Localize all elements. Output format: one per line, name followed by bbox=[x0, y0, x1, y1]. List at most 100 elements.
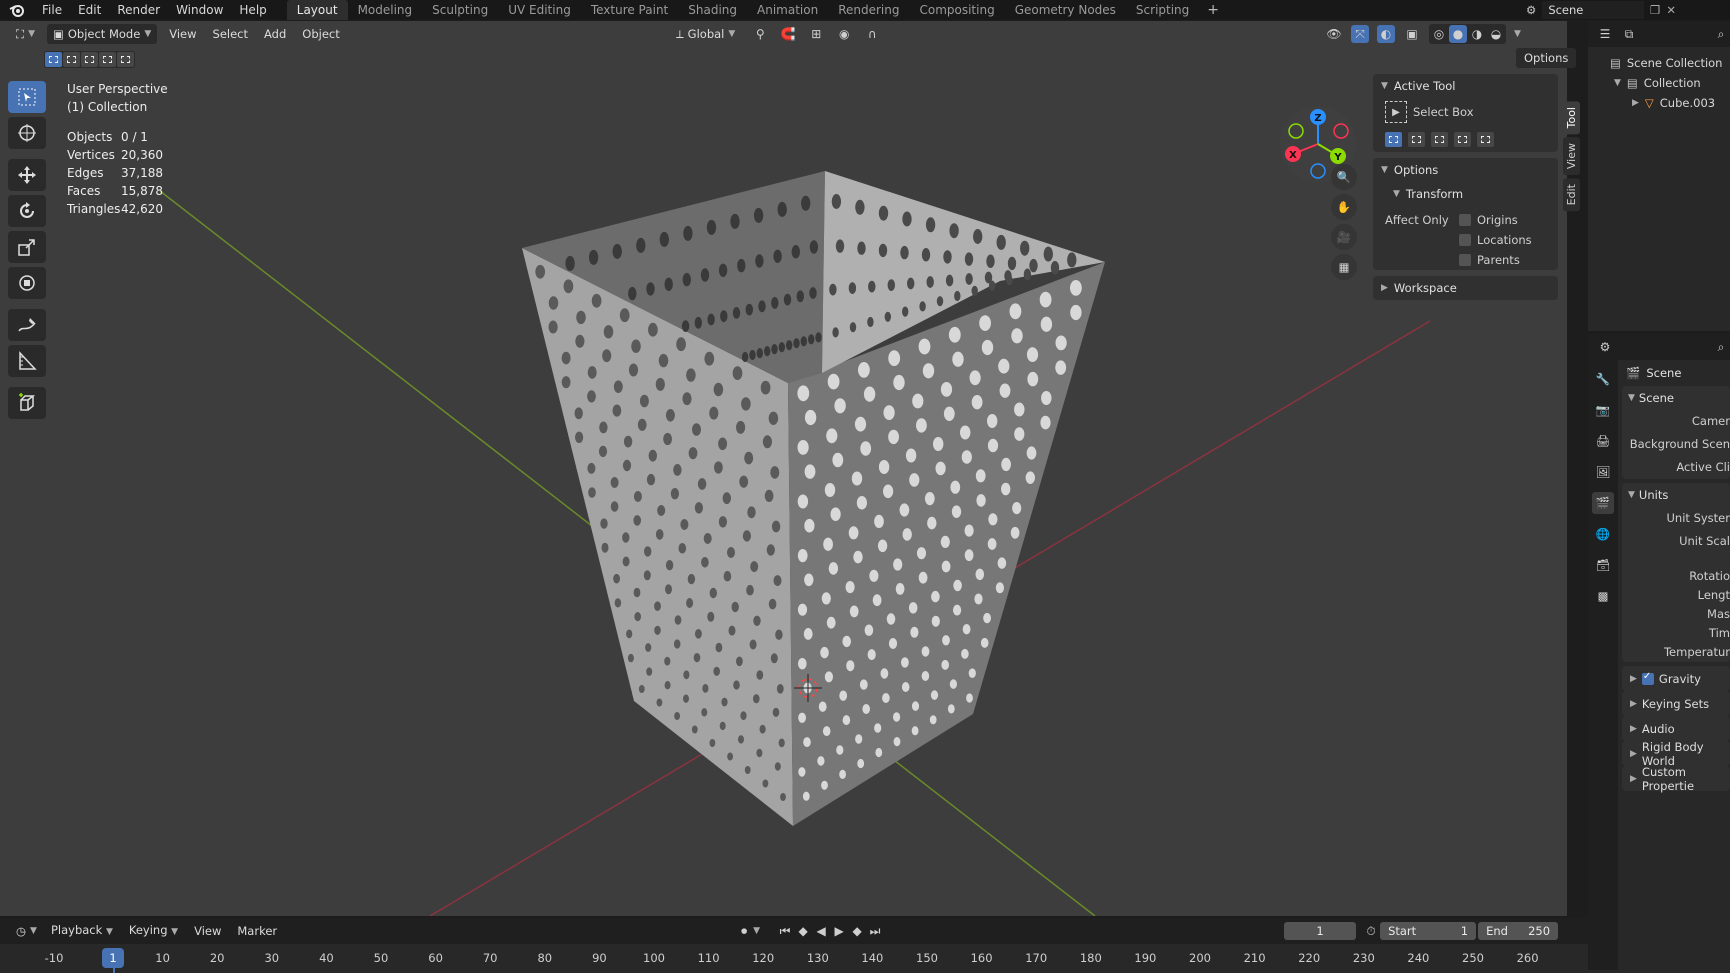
menu-object[interactable]: Object bbox=[294, 24, 347, 44]
transform-orientation-dropdown[interactable]: ⟂ Global ▼ bbox=[670, 24, 741, 44]
texture-properties-icon[interactable]: ▩ bbox=[1592, 585, 1614, 607]
start-frame-field[interactable]: Start 1 bbox=[1380, 922, 1477, 940]
collection-properties-icon[interactable]: 🗃 bbox=[1592, 554, 1614, 576]
move-tool[interactable] bbox=[8, 159, 46, 191]
snap-icon[interactable]: 🧲 bbox=[779, 25, 797, 43]
options-header[interactable]: ▼ Options bbox=[1373, 158, 1558, 182]
tab-modeling[interactable]: Modeling bbox=[348, 0, 423, 20]
scale-tool[interactable] bbox=[8, 231, 46, 263]
parents-checkbox[interactable] bbox=[1459, 254, 1471, 266]
sidebar-tab-view[interactable]: View bbox=[1563, 137, 1580, 176]
active-clip-field[interactable]: Active Cli bbox=[1622, 456, 1730, 479]
editor-type-button[interactable]: ⛶ ▼ bbox=[10, 24, 41, 44]
gizmo-toggle-icon[interactable]: ⤧ bbox=[1351, 25, 1369, 43]
play-icon[interactable]: ▶ bbox=[830, 922, 848, 940]
search-icon[interactable]: ⌕ bbox=[1712, 25, 1730, 43]
menu-help[interactable]: Help bbox=[231, 0, 274, 20]
length-field[interactable]: Lengt bbox=[1622, 586, 1730, 605]
keying-sets-panel[interactable]: ▶ Keying Sets bbox=[1622, 691, 1730, 716]
snap-target-icon[interactable]: ⊞ bbox=[807, 25, 825, 43]
tab-animation[interactable]: Animation bbox=[747, 0, 828, 20]
properties-editor-icon[interactable]: ⚙ bbox=[1596, 338, 1614, 356]
visibility-icon[interactable]: 👁 bbox=[1325, 25, 1343, 43]
mode-dropdown[interactable]: ▣ Object Mode ▼ bbox=[46, 24, 158, 44]
annotate-tool[interactable] bbox=[8, 309, 46, 341]
unit-scale-field[interactable]: Unit Scal bbox=[1622, 530, 1730, 553]
ortho-grid-icon[interactable]: ▦ bbox=[1331, 254, 1357, 280]
record-options-chevron-icon[interactable]: ▼ bbox=[753, 926, 760, 936]
wireframe-shading-icon[interactable]: ◎ bbox=[1430, 25, 1448, 43]
gravity-checkbox[interactable] bbox=[1641, 671, 1654, 685]
material-shading-icon[interactable]: ◑ bbox=[1468, 25, 1486, 43]
outliner-editor-icon[interactable]: ☰ bbox=[1596, 25, 1614, 43]
temperature-field[interactable]: Temperatur bbox=[1622, 643, 1730, 662]
select-intersect-icon[interactable] bbox=[1477, 131, 1494, 147]
outliner-row-collection[interactable]: ▼ ▤ Collection bbox=[1588, 73, 1730, 93]
measure-tool[interactable] bbox=[8, 345, 46, 377]
menu-view[interactable]: View bbox=[161, 24, 204, 44]
frame-ruler[interactable]: -10 1 10 20 30 40 50 60 70 80 90 100 110 120 130 140 150… bbox=[0, 944, 1588, 973]
select-difference-icon[interactable] bbox=[99, 52, 116, 67]
tab-compositing[interactable]: Compositing bbox=[909, 0, 1004, 20]
transform-tool[interactable] bbox=[8, 267, 46, 299]
tab-layout[interactable]: Layout bbox=[286, 0, 348, 20]
select-extend-icon[interactable] bbox=[1408, 131, 1425, 147]
select-intersect-icon[interactable] bbox=[117, 52, 134, 67]
audio-panel[interactable]: ▶ Audio bbox=[1622, 716, 1730, 741]
origins-checkbox[interactable] bbox=[1459, 214, 1471, 226]
scene-panel-header[interactable]: ▼ Scene bbox=[1622, 386, 1730, 410]
record-icon[interactable]: ⏺ bbox=[735, 922, 753, 940]
scene-selector[interactable]: ⚙ Scene ❐ ✕ bbox=[1526, 0, 1676, 20]
display-mode-icon[interactable]: ⧉ bbox=[1620, 25, 1638, 43]
zoom-icon[interactable]: 🔍 bbox=[1331, 164, 1357, 190]
menu-playback[interactable]: Playback ▼ bbox=[43, 920, 121, 942]
sidebar-tab-edit[interactable]: Edit bbox=[1563, 178, 1580, 212]
add-cube-tool[interactable] bbox=[8, 387, 46, 419]
tab-texture-paint[interactable]: Texture Paint bbox=[581, 0, 678, 20]
rotate-tool[interactable] bbox=[8, 195, 46, 227]
3d-viewport[interactable]: Z X Y ⛶ ▼ ▣ Object Mode ▼ View Select Add… bbox=[0, 21, 1580, 916]
outliner-row-cube[interactable]: ▶ ▽ Cube.003 bbox=[1588, 93, 1730, 113]
tab-shading[interactable]: Shading bbox=[678, 0, 747, 20]
camera-field[interactable]: Camer bbox=[1622, 410, 1730, 433]
menu-file[interactable]: File bbox=[34, 0, 70, 20]
scene-properties-icon[interactable]: 🎬 bbox=[1592, 492, 1614, 514]
workspace-header[interactable]: ▶ Workspace bbox=[1373, 276, 1558, 300]
world-properties-icon[interactable]: 🌐 bbox=[1592, 523, 1614, 545]
tab-rendering[interactable]: Rendering bbox=[828, 0, 909, 20]
sidebar-tab-tool[interactable]: Tool bbox=[1563, 101, 1580, 135]
preview-range-icon[interactable]: ⏱ bbox=[1362, 922, 1380, 940]
cursor-tool[interactable] bbox=[8, 117, 46, 149]
pivot-point-icon[interactable]: ⚲ bbox=[751, 25, 769, 43]
jump-end-icon[interactable]: ⏭ bbox=[866, 922, 884, 940]
add-workspace-button[interactable]: + bbox=[1199, 0, 1227, 20]
menu-marker[interactable]: Marker bbox=[229, 921, 285, 941]
scene-name-field[interactable]: Scene bbox=[1542, 1, 1645, 19]
render-properties-icon[interactable]: 📷 bbox=[1592, 399, 1614, 421]
menu-view[interactable]: View bbox=[186, 921, 229, 941]
menu-select[interactable]: Select bbox=[205, 24, 256, 44]
current-frame-field[interactable]: 1 bbox=[1284, 922, 1357, 940]
active-tool-row[interactable]: ▶ Select Box bbox=[1373, 98, 1558, 126]
chevron-down-icon[interactable]: ▼ bbox=[1614, 78, 1621, 88]
search-icon[interactable]: ⌕ bbox=[1712, 338, 1730, 356]
menu-keying[interactable]: Keying ▼ bbox=[121, 920, 186, 942]
blender-logo-icon[interactable] bbox=[0, 0, 34, 20]
camera-view-icon[interactable]: 🎥 bbox=[1331, 224, 1357, 250]
rotation-field[interactable]: Rotatio bbox=[1622, 567, 1730, 586]
jump-start-icon[interactable]: ⏮ bbox=[776, 922, 794, 940]
options-dropdown[interactable]: Options ▼ bbox=[1516, 48, 1577, 85]
solid-shading-icon[interactable]: ● bbox=[1449, 25, 1467, 43]
timeline-editor-icon[interactable]: ◷ ▼ bbox=[10, 921, 43, 941]
select-new-icon[interactable] bbox=[1385, 131, 1402, 147]
units-panel-header[interactable]: ▼ Units bbox=[1622, 483, 1730, 507]
close-scene-icon[interactable]: ✕ bbox=[1666, 3, 1676, 17]
select-subtract-icon[interactable] bbox=[1431, 131, 1448, 147]
menu-edit[interactable]: Edit bbox=[70, 0, 109, 20]
view-layer-icon[interactable]: 🖼 bbox=[1592, 461, 1614, 483]
background-scene-field[interactable]: Background Scen bbox=[1622, 433, 1730, 456]
locations-checkbox[interactable] bbox=[1459, 234, 1471, 246]
output-properties-icon[interactable]: 🖨 bbox=[1592, 430, 1614, 452]
tool-properties-icon[interactable]: 🔧 bbox=[1592, 368, 1614, 390]
mass-field[interactable]: Mas bbox=[1622, 605, 1730, 624]
